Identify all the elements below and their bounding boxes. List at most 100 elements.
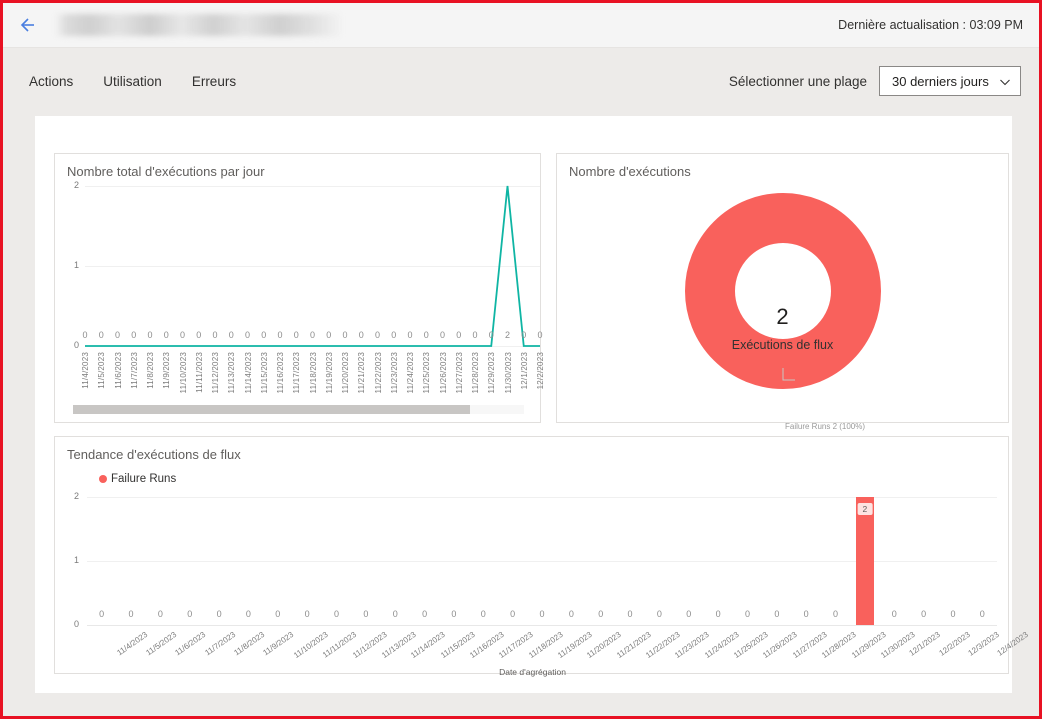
- x-axis-tick-label: 11/8/2023: [232, 630, 267, 658]
- bar-chart[interactable]: 0 1 2 0 11/4/2023 0 11/5/2023 0 11/6/2023 0 11/7/2…: [55, 437, 1030, 677]
- data-point-label: 0: [147, 330, 153, 340]
- x-axis-tick-label: 11/8/2023: [146, 352, 155, 389]
- bar-value-label: 0: [510, 609, 516, 619]
- x-axis-tick-label: 11/9/2023: [162, 352, 172, 389]
- x-axis-tick-label: 12/2/2023: [937, 630, 972, 658]
- x-axis-tick-label: 11/16/2023: [276, 352, 285, 394]
- bar-value-label: 0: [187, 609, 193, 619]
- chart-scrollbar-thumb[interactable]: [73, 405, 470, 414]
- last-refresh-text: Dernière actualisation : 03:09 PM: [838, 18, 1023, 32]
- x-axis-tick-label: 11/14/2023: [243, 352, 253, 394]
- command-bar: Actions Utilisation Erreurs Sélectionner…: [3, 48, 1039, 114]
- data-point-label: 0: [212, 330, 218, 340]
- x-axis-tick-label: 11/11/2023: [194, 352, 204, 393]
- bar-value-label: 0: [950, 609, 956, 619]
- data-point-label: 0: [342, 330, 348, 340]
- dashboard-content: Nombre total d'exécutions par jour 01201…: [35, 116, 1030, 693]
- x-axis-title: Date d'agrégation: [499, 667, 566, 677]
- bar-value-label: 0: [539, 609, 545, 619]
- bar-value-label: 0: [891, 609, 897, 619]
- data-point-label: 0: [439, 330, 446, 340]
- axis-baseline: [87, 625, 997, 626]
- panel-trend: Tendance d'exécutions de flux Failure Ru…: [54, 436, 1030, 677]
- data-point-label: 0: [358, 330, 364, 340]
- x-axis-tick-label: 11/4/2023: [81, 352, 90, 389]
- x-axis-tick-label: 12/4/2023: [995, 630, 1031, 658]
- x-axis-tick-label: 11/9/2023: [261, 630, 296, 658]
- bar-value-badge: 2: [857, 503, 873, 515]
- range-label: Sélectionner une plage: [728, 73, 867, 89]
- chart-horizontal-scrollbar[interactable]: [73, 405, 524, 414]
- bar-value-label: 0: [451, 609, 457, 619]
- x-axis-tick-label: 11/22/2023: [373, 352, 383, 394]
- x-axis-tick-label: 11/19/2023: [324, 352, 334, 394]
- data-point-label: 0: [82, 330, 88, 340]
- range-dropdown[interactable]: 30 derniers jours: [879, 66, 1021, 96]
- x-axis-tick-label: 11/20/2023: [341, 352, 350, 394]
- data-point-label: 0: [309, 330, 316, 340]
- x-axis-tick-label: 11/7/2023: [203, 630, 237, 658]
- bar-value-label: 0: [715, 609, 721, 619]
- data-point-label: 0: [391, 330, 397, 340]
- bar-value-label: 0: [627, 609, 633, 619]
- bar[interactable]: [855, 497, 874, 625]
- x-axis-tick-label: 12/3/2023: [966, 630, 1001, 658]
- bar-value-label: 0: [921, 609, 927, 619]
- bar-value-label: 0: [568, 609, 574, 619]
- tab-list: Actions Utilisation Erreurs: [27, 70, 238, 93]
- x-axis-tick-label: 11/6/2023: [173, 630, 208, 658]
- bar-value-label: 0: [744, 609, 750, 619]
- bar-value-label: 0: [334, 609, 340, 619]
- x-axis-tick-label: 11/15/2023: [259, 352, 269, 394]
- range-dropdown-value: 30 derniers jours: [892, 73, 989, 89]
- bar-value-label: 0: [157, 609, 163, 619]
- data-point-label: 0: [456, 330, 462, 340]
- x-axis-tick-label: 11/23/2023: [389, 352, 399, 394]
- back-button[interactable]: [9, 4, 51, 46]
- x-axis-tick-label: 11/24/2023: [406, 352, 415, 394]
- x-axis-tick-label: 11/4/2023: [115, 630, 149, 658]
- data-point-label: 0: [228, 330, 234, 340]
- bar-value-label: 0: [833, 609, 839, 619]
- x-axis-tick-label: 12/1/2023: [519, 352, 529, 390]
- chevron-down-icon: [999, 75, 1011, 87]
- data-point-label: 0: [374, 330, 381, 340]
- range-selector: Sélectionner une plage 30 derniers jours: [729, 66, 1021, 96]
- line-chart[interactable]: 0 1 2 0 11/4/2023 0 11/5/2023 0 11/6/2023 0 11/7/2…: [55, 154, 545, 424]
- x-axis-tick-label: 11/18/2023: [308, 352, 318, 394]
- y-axis-tick: 1: [73, 555, 79, 565]
- donut-center-value: 2: [776, 304, 789, 329]
- data-point-label: 0: [488, 330, 494, 340]
- bar-value-label: 0: [686, 609, 692, 619]
- y-axis-tick: 0: [73, 619, 79, 629]
- data-point-label: 0: [293, 330, 299, 340]
- x-axis-tick-label: 11/5/2023: [144, 630, 179, 658]
- data-point-label: 0: [423, 330, 429, 340]
- bar-value-label: 0: [275, 609, 281, 619]
- bar-value-label: 0: [363, 609, 369, 619]
- x-axis-tick-label: 11/28/2023: [471, 352, 480, 394]
- data-point-label: 0: [537, 330, 543, 340]
- tab-erreurs[interactable]: Erreurs: [190, 70, 238, 93]
- bar-value-label: 0: [128, 609, 134, 619]
- y-axis-tick: 2: [73, 491, 79, 501]
- tab-utilisation[interactable]: Utilisation: [101, 70, 164, 93]
- x-axis-tick-label: 11/30/2023: [503, 352, 513, 394]
- data-point-label: 0: [326, 330, 332, 340]
- data-point-label: 0: [261, 330, 267, 340]
- x-axis-tick-label: 11/10/2023: [178, 352, 188, 394]
- bar-value-label: 0: [480, 609, 486, 619]
- tab-actions[interactable]: Actions: [27, 70, 75, 93]
- x-axis-tick-label: 11/13/2023: [227, 352, 237, 394]
- bar-value-label: 0: [304, 609, 310, 619]
- data-point-label: 0: [244, 330, 251, 340]
- donut-chart[interactable]: 2 Exécutions de flux Failure Runs 2 (100…: [557, 176, 1008, 431]
- data-point-label: 0: [521, 330, 527, 340]
- data-point-label: 0: [163, 330, 169, 340]
- data-point-label: 0: [131, 330, 137, 340]
- data-point-label: 0: [196, 330, 202, 340]
- data-point-label: 0: [179, 330, 186, 340]
- bar-value-label: 0: [422, 609, 428, 619]
- x-axis-tick-label: 11/25/2023: [422, 352, 432, 394]
- panel-daily-runs: Nombre total d'exécutions par jour 01201…: [54, 153, 545, 424]
